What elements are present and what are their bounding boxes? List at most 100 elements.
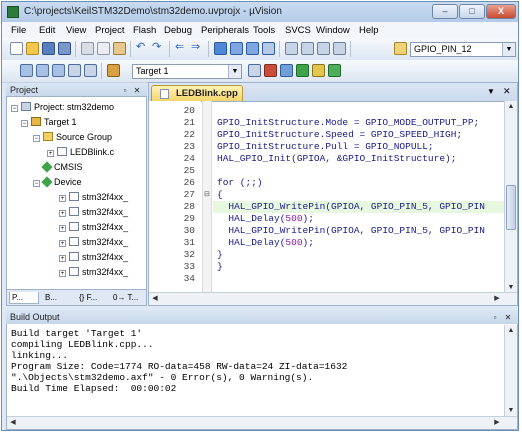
menu-tools[interactable]: Tools [253, 25, 275, 36]
expand-icon[interactable]: + [59, 270, 66, 277]
file-extensions-icon[interactable] [280, 64, 293, 77]
scroll-right-icon[interactable]: ▶ [491, 417, 503, 429]
fold-collapse-icon[interactable]: ⊟ [204, 190, 210, 198]
find-in-files-icon[interactable] [394, 42, 407, 55]
tree-device-item[interactable]: + stm32f4xx_ [59, 252, 128, 263]
menu-window[interactable]: Window [316, 25, 350, 36]
bookmark-clear-icon[interactable] [262, 42, 275, 55]
close-button[interactable]: X [486, 4, 516, 19]
close-tab-icon[interactable]: ✕ [503, 86, 511, 97]
menu-debug[interactable]: Debug [164, 25, 192, 36]
collapse-icon[interactable]: − [33, 135, 40, 142]
close-panel-icon[interactable]: ✕ [503, 311, 513, 325]
stop-build-icon[interactable] [84, 64, 97, 77]
menu-help[interactable]: Help [359, 25, 379, 36]
tree-file-ledblink[interactable]: + LEDBlink.c [47, 147, 114, 158]
batch-build-icon[interactable] [68, 64, 81, 77]
target-select[interactable]: Target 1 ▼ [132, 64, 242, 79]
expand-icon[interactable]: + [47, 150, 54, 157]
tree-source-group[interactable]: − Source Group [33, 132, 112, 143]
scroll-left-icon[interactable]: ◀ [7, 417, 19, 429]
redo-icon[interactable]: ↷ [152, 42, 165, 55]
open-folder-icon[interactable] [26, 42, 39, 55]
chevron-down-icon[interactable]: ▼ [228, 65, 241, 78]
indent-icon[interactable] [285, 42, 298, 55]
collapse-icon[interactable]: − [11, 105, 18, 112]
bookmark-next-icon[interactable] [246, 42, 259, 55]
save-icon[interactable] [42, 42, 55, 55]
rte-manage-icon[interactable] [296, 64, 309, 77]
build-output-panel[interactable]: Build target 'Target 1' compiling LEDBli… [6, 310, 518, 430]
tree-cmsis[interactable]: CMSIS [41, 161, 83, 173]
menu-file[interactable]: File [11, 25, 26, 36]
tab-functions[interactable]: {} F... [77, 292, 109, 304]
tab-project[interactable]: P... [9, 292, 39, 304]
code-line: HAL_GPIO_WritePin(GPIOA, GPIO_PIN_5, GPI… [217, 225, 485, 236]
chevron-down-icon[interactable]: ▼ [502, 43, 515, 56]
chevron-down-icon[interactable]: ▼ [487, 87, 495, 96]
tree-device-item[interactable]: + stm32f4xx_ [59, 192, 128, 203]
uncomment-icon[interactable] [333, 42, 346, 55]
scrollbar-thumb[interactable] [506, 185, 516, 230]
unindent-icon[interactable] [301, 42, 314, 55]
undo-icon[interactable]: ↶ [136, 42, 149, 55]
editor-file-tab[interactable]: LEDBlink.cpp [151, 85, 243, 101]
expand-icon[interactable]: + [59, 225, 66, 232]
scroll-left-icon[interactable]: ◀ [149, 293, 161, 305]
code-line: HAL_Delay(500); [217, 213, 314, 224]
scroll-up-icon[interactable]: ▲ [505, 101, 517, 113]
editor-vertical-scrollbar[interactable]: ▲ ▼ [504, 101, 517, 294]
menu-peripherals[interactable]: Peripherals [201, 25, 249, 36]
tree-device[interactable]: − Device [33, 176, 82, 188]
tree-target[interactable]: − Target 1 [21, 117, 77, 128]
expand-icon[interactable]: + [59, 240, 66, 247]
copy-icon[interactable] [97, 42, 110, 55]
menu-view[interactable]: View [66, 25, 86, 36]
tree-device-item[interactable]: + stm32f4xx_ [59, 237, 128, 248]
new-file-icon[interactable] [10, 42, 23, 55]
menu-edit[interactable]: Edit [39, 25, 55, 36]
translate-icon[interactable] [20, 64, 33, 77]
build-icon[interactable] [36, 64, 49, 77]
expand-icon[interactable]: + [59, 195, 66, 202]
editor-horizontal-scrollbar[interactable]: ◀ ▶ [149, 292, 517, 305]
tree-root[interactable]: − Project: stm32demo [11, 102, 114, 113]
menu-svcs[interactable]: SVCS [285, 25, 311, 36]
line-number: 29 [183, 213, 195, 224]
maximize-button[interactable]: □ [459, 4, 485, 19]
pack-installer-icon[interactable] [312, 64, 325, 77]
find-combo[interactable]: GPIO_PIN_12 ▼ [410, 42, 516, 57]
bookmark-toggle-icon[interactable] [214, 42, 227, 55]
collapse-icon[interactable]: − [33, 180, 40, 187]
menu-project[interactable]: Project [95, 25, 125, 36]
rebuild-icon[interactable] [52, 64, 65, 77]
minimize-button[interactable]: – [432, 4, 458, 19]
tab-books[interactable]: B... [43, 292, 73, 304]
line-number: 28 [183, 201, 195, 212]
manage-components-icon[interactable] [264, 64, 277, 77]
tab-templates[interactable]: 0→ T... [111, 292, 145, 304]
paste-icon[interactable] [113, 42, 126, 55]
pin-icon[interactable]: ▫ [490, 311, 500, 325]
download-icon[interactable] [107, 64, 120, 77]
tree-device-item[interactable]: + stm32f4xx_ [59, 207, 128, 218]
cut-icon[interactable] [81, 42, 94, 55]
output-vertical-scrollbar[interactable]: ▲ ▼ [504, 325, 517, 417]
code-editor[interactable]: LEDBlink.cpp ▼ ✕ 20 21 22 23 24 25 26 27… [148, 82, 518, 306]
output-horizontal-scrollbar[interactable]: ◀ ▶ [7, 416, 517, 429]
select-packs-icon[interactable] [328, 64, 341, 77]
save-all-icon[interactable] [58, 42, 71, 55]
expand-icon[interactable]: + [59, 210, 66, 217]
scroll-up-icon[interactable]: ▲ [505, 325, 517, 337]
navigate-forward-icon[interactable]: ⇒ [191, 42, 204, 55]
menu-flash[interactable]: Flash [133, 25, 156, 36]
scroll-right-icon[interactable]: ▶ [491, 293, 503, 305]
navigate-back-icon[interactable]: ⇐ [175, 42, 188, 55]
collapse-icon[interactable]: − [21, 120, 28, 127]
expand-icon[interactable]: + [59, 255, 66, 262]
tree-device-item[interactable]: + stm32f4xx_ [59, 222, 128, 233]
target-options-icon[interactable] [248, 64, 261, 77]
bookmark-prev-icon[interactable] [230, 42, 243, 55]
comment-icon[interactable] [317, 42, 330, 55]
tree-device-item[interactable]: + stm32f4xx_ [59, 267, 128, 278]
